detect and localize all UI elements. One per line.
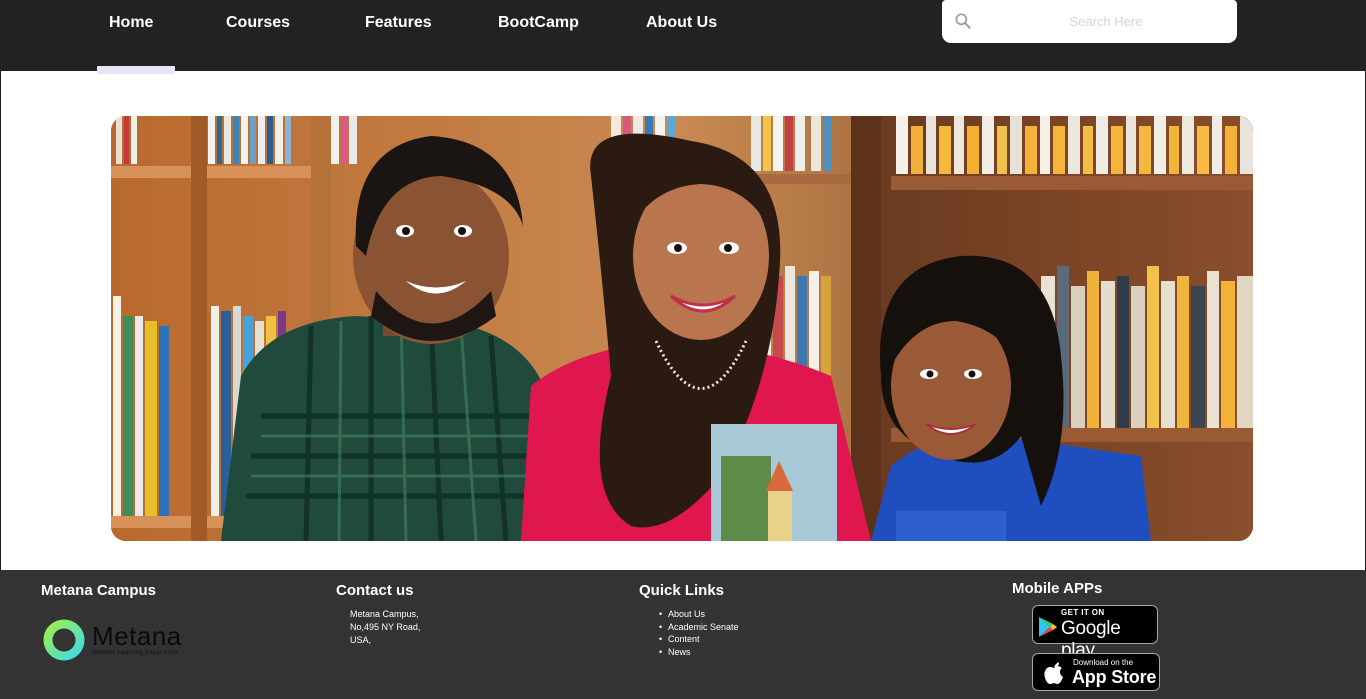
search-input[interactable]	[986, 8, 1226, 34]
logo-tagline: Smarter Learning Experience	[92, 650, 179, 656]
active-nav-indicator	[97, 66, 175, 74]
metana-logo[interactable]: Metana Smarter Learning Experience	[42, 618, 202, 662]
contact-address: Metana Campus, No,495 NY Road, USA,	[350, 608, 420, 647]
footer: Metana Campus Metana Smarter Learning Ex…	[0, 570, 1366, 699]
address-line: No,495 NY Road,	[350, 622, 421, 632]
google-play-icon	[1039, 617, 1057, 637]
quick-link-content[interactable]: Content	[659, 633, 739, 646]
logo-ring-icon	[43, 619, 85, 661]
nav-item-home[interactable]: Home	[109, 12, 153, 34]
logo-wordmark: Metana	[92, 621, 182, 651]
nav-item-courses[interactable]: Courses	[226, 12, 290, 34]
footer-mobile-apps-title: Mobile APPs	[1012, 580, 1103, 597]
footer-campus-title: Metana Campus	[41, 582, 157, 599]
search-box[interactable]	[942, 0, 1237, 43]
apple-icon	[1044, 662, 1063, 684]
app-store-badge[interactable]: Download on the App Store	[1032, 653, 1160, 691]
search-icon[interactable]	[953, 11, 973, 31]
hero-illustration	[111, 116, 1253, 541]
app-store-small-text: Download on the	[1073, 658, 1134, 667]
nav-item-features[interactable]: Features	[365, 12, 432, 34]
footer-quick-links-title: Quick Links	[639, 582, 725, 599]
top-navigation-bar: Home Courses Features BootCamp About Us	[0, 0, 1366, 74]
nav-item-about-us[interactable]: About Us	[646, 12, 717, 34]
hero-image	[111, 116, 1253, 541]
nav-item-bootcamp[interactable]: BootCamp	[498, 12, 579, 34]
footer-contact-title: Contact us	[336, 582, 414, 599]
address-line: Metana Campus,	[350, 609, 419, 619]
google-play-badge[interactable]: GET IT ON Google play	[1032, 605, 1158, 661]
quick-links-list: About Us Academic Senate Content News	[659, 608, 739, 659]
app-store-big-text: App Store	[1072, 667, 1157, 687]
quick-link-academic-senate[interactable]: Academic Senate	[659, 621, 739, 634]
address-line: USA,	[350, 635, 372, 645]
google-play-small-text: GET IT ON	[1061, 608, 1105, 617]
quick-link-about-us[interactable]: About Us	[659, 608, 739, 621]
quick-link-news[interactable]: News	[659, 646, 739, 659]
